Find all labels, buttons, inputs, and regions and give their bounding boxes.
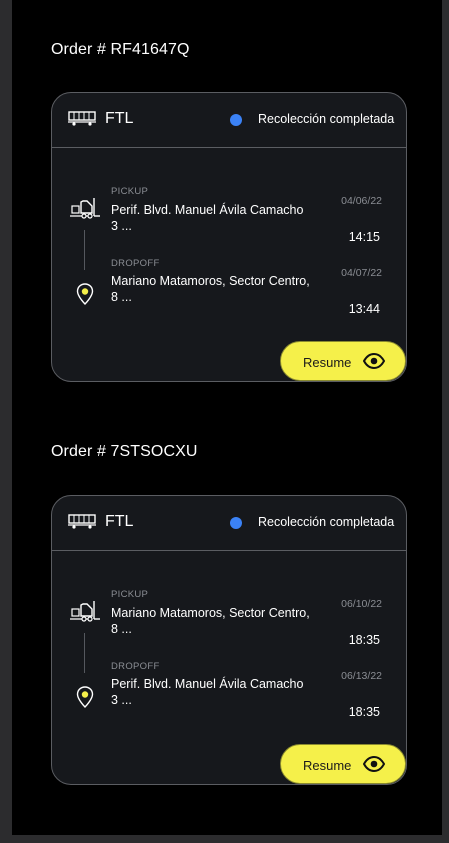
dropoff-time: 18:35 — [348, 705, 380, 719]
order-card: FTL Recolección completada PICKUP Marian… — [51, 495, 407, 785]
truck-trailer-icon — [68, 111, 96, 126]
dropoff-date: 06/13/22 — [341, 670, 382, 682]
dropoff-label: DROPOFF — [111, 258, 160, 269]
pickup-address: Perif. Blvd. Manuel Ávila Camacho 3 ... — [111, 203, 304, 233]
map-pin-icon — [76, 686, 94, 708]
pickup-label: PICKUP — [111, 186, 149, 197]
route-line — [84, 230, 85, 270]
resume-button[interactable]: Resume — [280, 341, 406, 381]
dropoff-address: Perif. Blvd. Manuel Ávila Camacho 3 ... — [111, 677, 304, 707]
order-title: Order # 7STSOCXU — [51, 443, 198, 460]
service-type: FTL — [105, 110, 134, 127]
map-pin-icon — [76, 283, 94, 305]
card-header: FTL Recolección completada — [52, 93, 406, 148]
dropoff-date: 04/07/22 — [341, 267, 382, 279]
forklift-icon — [70, 198, 100, 219]
truck-trailer-icon — [68, 514, 96, 529]
status-badge: Recolección completada — [258, 515, 395, 529]
pickup-date: 06/10/22 — [341, 598, 382, 610]
status-dot-icon — [230, 114, 242, 126]
status-dot-icon — [230, 517, 242, 529]
card-header: FTL Recolección completada — [52, 496, 406, 551]
pickup-time: 18:35 — [348, 633, 380, 647]
pickup-date: 04/06/22 — [341, 195, 382, 207]
forklift-icon — [70, 601, 100, 622]
resume-button-label: Resume — [303, 355, 352, 370]
order-card: FTL Recolección completada PICKUP Perif.… — [51, 92, 407, 382]
route-line — [84, 633, 85, 673]
eye-icon — [363, 756, 385, 772]
dropoff-address: Mariano Matamoros, Sector Centro, 8 ... — [111, 274, 310, 304]
pickup-time: 14:15 — [348, 230, 380, 244]
pickup-label: PICKUP — [111, 589, 149, 600]
service-type: FTL — [105, 513, 134, 530]
app-screen: Order # RF41647Q FTL Recolección complet… — [12, 0, 442, 835]
order-title: Order # RF41647Q — [51, 41, 190, 58]
resume-button[interactable]: Resume — [280, 744, 406, 784]
dropoff-time: 13:44 — [348, 302, 380, 316]
status-badge: Recolección completada — [258, 112, 395, 126]
dropoff-label: DROPOFF — [111, 661, 160, 672]
pickup-address: Mariano Matamoros, Sector Centro, 8 ... — [111, 606, 310, 636]
resume-button-label: Resume — [303, 758, 352, 773]
eye-icon — [363, 353, 385, 369]
